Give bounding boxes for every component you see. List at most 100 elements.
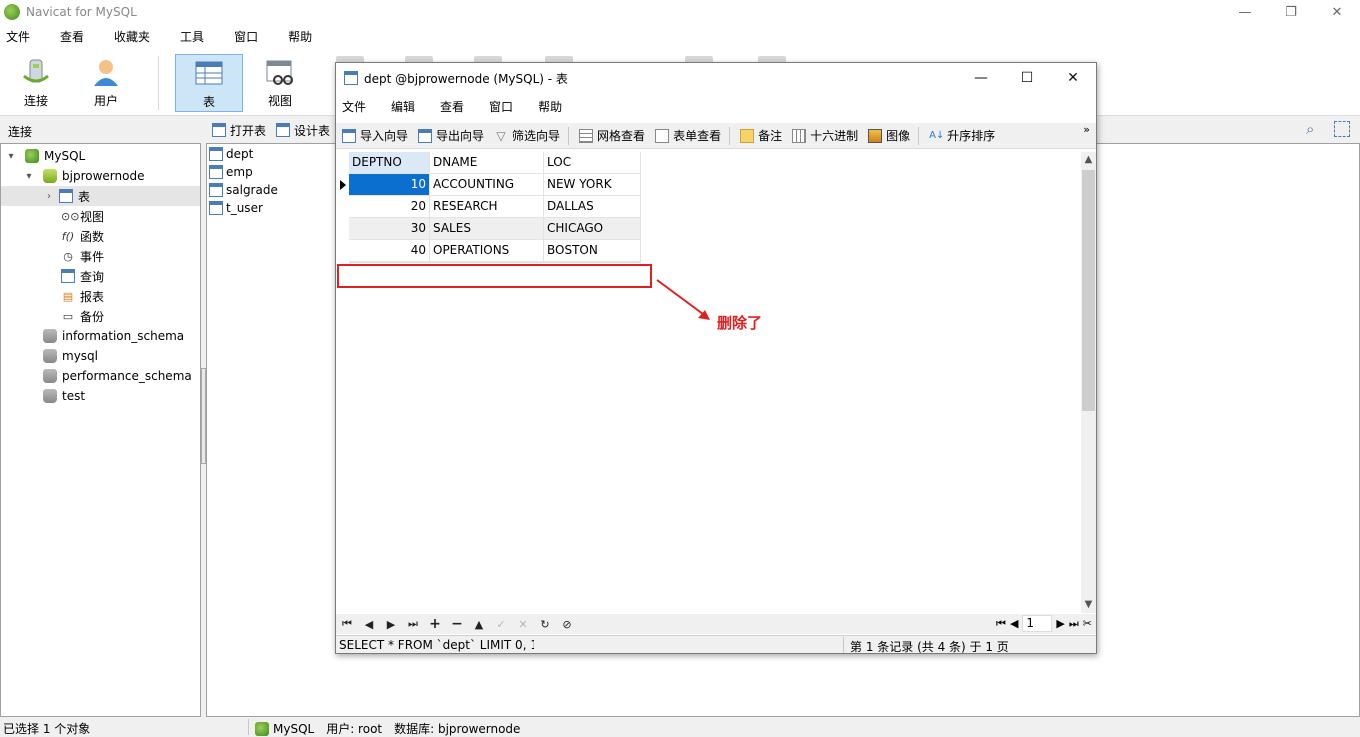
cell-dname[interactable]: SALES	[430, 218, 544, 240]
restore-button[interactable]: ❐	[1268, 0, 1314, 24]
cell-loc[interactable]: NEW YORK	[544, 174, 641, 196]
chevron-right-icon[interactable]: ›	[43, 191, 55, 202]
next-record-icon[interactable]: ▶	[380, 618, 402, 631]
tree-item-label: 表	[78, 189, 91, 204]
table-data-window: dept @bjprowernode (MySQL) - 表 — ☐ ✕ 文件 …	[335, 62, 1097, 654]
table-row[interactable]: 40 OPERATIONS BOSTON	[349, 240, 641, 262]
mysql-connection-icon	[255, 721, 269, 736]
sort-ascending-button[interactable]: A↓ 升序排序	[929, 127, 995, 144]
tree-item-events[interactable]: ◷ 事件	[1, 246, 200, 266]
last-page-icon[interactable]: ⏭	[1069, 617, 1079, 631]
scroll-down-icon[interactable]: ▼	[1081, 597, 1096, 613]
first-record-icon[interactable]: ⏮	[336, 617, 358, 631]
toolbar-overflow-icon[interactable]: »	[1083, 124, 1090, 135]
menu-favorites[interactable]: 收藏夹	[108, 28, 162, 45]
child-menu-window[interactable]: 窗口	[489, 98, 513, 115]
object-item-emp[interactable]: emp	[209, 163, 253, 181]
close-button[interactable]: ✕	[1314, 0, 1360, 24]
cell-dname[interactable]: ACCOUNTING	[430, 174, 544, 196]
search-icon[interactable]: ⌕	[1306, 121, 1322, 137]
scrollbar-thumb[interactable]	[1082, 170, 1095, 411]
child-menu-file[interactable]: 文件	[342, 98, 366, 115]
export-wizard-button[interactable]: 导出向导	[418, 127, 484, 144]
tree-item-mysql-db[interactable]: mysql	[1, 346, 200, 366]
open-table-button[interactable]: 打开表	[212, 122, 266, 139]
cell-dname[interactable]: OPERATIONS	[430, 240, 544, 262]
memo-label: 备注	[758, 129, 783, 143]
tree-item-tables[interactable]: › 表	[1, 186, 200, 206]
image-button[interactable]: 图像	[868, 127, 910, 144]
column-header-deptno[interactable]: DEPTNO	[349, 152, 430, 174]
menu-window[interactable]: 窗口	[228, 28, 270, 45]
cell-loc[interactable]: CHICAGO	[544, 218, 641, 240]
child-menu-help[interactable]: 帮助	[538, 98, 562, 115]
form-view-button[interactable]: 表单查看	[655, 127, 721, 144]
filter-wizard-button[interactable]: ▽ 筛选向导	[494, 127, 560, 144]
settings-icon[interactable]: ✂	[1083, 617, 1092, 630]
tree-item-views[interactable]: ⊙⊙ 视图	[1, 206, 200, 226]
design-table-button[interactable]: 设计表	[276, 122, 330, 139]
cell-deptno[interactable]: 30	[349, 218, 430, 240]
column-header-loc[interactable]: LOC	[544, 152, 641, 174]
memo-button[interactable]: 备注	[740, 127, 782, 144]
child-menu-edit[interactable]: 编辑	[391, 98, 415, 115]
tree-item-mysql[interactable]: ▾ MySQL	[1, 146, 200, 166]
column-header-dname[interactable]: DNAME	[430, 152, 544, 174]
chevron-down-icon[interactable]: ▾	[5, 151, 17, 162]
next-page-icon[interactable]: ▶	[1056, 617, 1064, 630]
prev-record-icon[interactable]: ◀	[358, 618, 380, 631]
import-wizard-button[interactable]: 导入向导	[342, 127, 408, 144]
tree-item-backups[interactable]: ▭ 备份	[1, 306, 200, 326]
menu-tools[interactable]: 工具	[174, 28, 216, 45]
apply-changes-icon[interactable]: ✓	[490, 618, 512, 631]
minimize-button[interactable]: —	[1222, 0, 1268, 24]
cell-deptno[interactable]: 20	[349, 196, 430, 218]
tree-item-functions[interactable]: f() 函数	[1, 226, 200, 246]
prev-page-icon[interactable]: ◀	[1010, 617, 1018, 630]
menu-file[interactable]: 文件	[0, 28, 42, 45]
user-button[interactable]: 用户	[72, 54, 140, 112]
scroll-up-icon[interactable]: ▲	[1081, 152, 1096, 168]
tree-item-queries[interactable]: 查询	[1, 266, 200, 286]
cell-dname[interactable]: RESEARCH	[430, 196, 544, 218]
child-maximize-button[interactable]: ☐	[1004, 63, 1050, 93]
tree-item-reports[interactable]: ▤ 报表	[1, 286, 200, 306]
tree-item-bjprowernode[interactable]: ▾ bjprowernode	[1, 166, 200, 186]
menu-help[interactable]: 帮助	[282, 28, 324, 45]
cell-deptno[interactable]: 10	[349, 174, 430, 196]
child-close-button[interactable]: ✕	[1050, 63, 1096, 93]
object-item-dept[interactable]: dept	[209, 145, 253, 163]
menu-view[interactable]: 查看	[54, 28, 96, 45]
table-row[interactable]: 30 SALES CHICAGO	[349, 218, 641, 240]
table-row[interactable]: 20 RESEARCH DALLAS	[349, 196, 641, 218]
edit-record-icon[interactable]: ▲	[468, 618, 490, 631]
cell-loc[interactable]: DALLAS	[544, 196, 641, 218]
discard-changes-icon[interactable]: ✕	[512, 618, 534, 631]
connection-button[interactable]: 连接	[2, 54, 70, 112]
tree-item-information-schema[interactable]: information_schema	[1, 326, 200, 346]
grid-view-icon[interactable]	[1334, 121, 1350, 137]
stop-icon[interactable]: ⊘	[556, 618, 578, 631]
table-row[interactable]: 10 ACCOUNTING NEW YORK	[349, 174, 641, 196]
table-button[interactable]: 表	[175, 54, 243, 112]
vertical-scrollbar[interactable]: ▲ ▼	[1081, 152, 1096, 613]
chevron-down-icon[interactable]: ▾	[23, 171, 35, 182]
cell-loc[interactable]: BOSTON	[544, 240, 641, 262]
view-button[interactable]: 视图	[246, 54, 314, 112]
hex-button[interactable]: 十六进制	[792, 127, 858, 144]
add-record-icon[interactable]: +	[424, 616, 446, 632]
last-record-icon[interactable]: ⏭	[402, 617, 424, 631]
first-page-icon[interactable]: ⏮	[996, 617, 1006, 631]
data-grid: DEPTNO DNAME LOC 10 ACCOUNTING NEW YORK …	[337, 152, 1081, 613]
tree-item-test[interactable]: test	[1, 386, 200, 406]
refresh-icon[interactable]: ↻	[534, 618, 556, 631]
grid-view-button[interactable]: 网格查看	[579, 127, 645, 144]
child-minimize-button[interactable]: —	[958, 63, 1004, 93]
delete-record-icon[interactable]: −	[446, 616, 468, 632]
object-item-salgrade[interactable]: salgrade	[209, 181, 278, 199]
object-item-t-user[interactable]: t_user	[209, 199, 263, 217]
page-number-input[interactable]: 1	[1022, 615, 1053, 632]
cell-deptno[interactable]: 40	[349, 240, 430, 262]
child-menu-view[interactable]: 查看	[440, 98, 464, 115]
tree-item-performance-schema[interactable]: performance_schema	[1, 366, 200, 386]
